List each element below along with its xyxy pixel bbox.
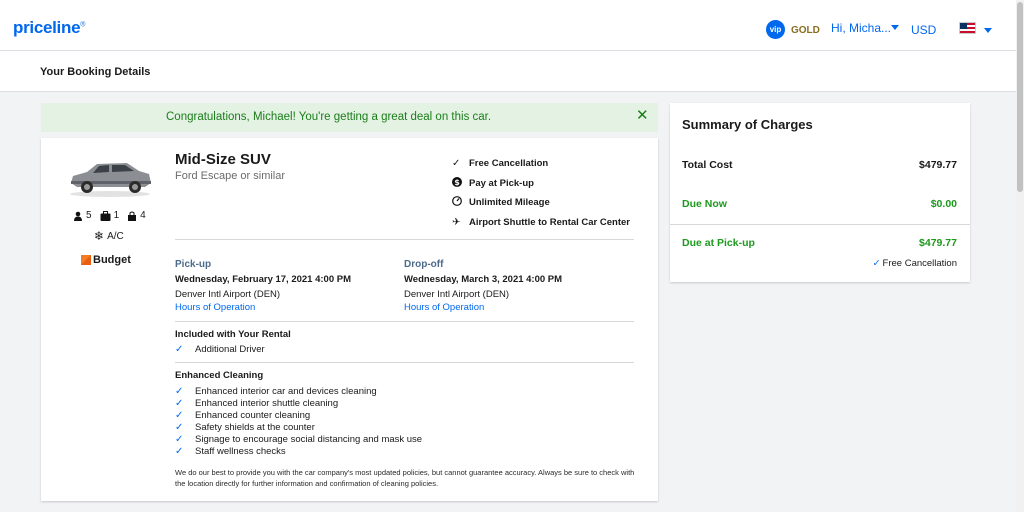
congrats-banner: Congratulations, Michael! You're getting… (41, 103, 658, 132)
small-bag-count: 4 (140, 210, 146, 221)
car-title: Mid-Size SUV (175, 151, 271, 168)
included-list: ✓ Additional Driver (175, 343, 265, 355)
list-item: ✓ Staff wellness checks (175, 445, 422, 457)
check-icon: ✓ (175, 445, 184, 457)
check-icon: ✓ (175, 409, 184, 421)
chevron-down-icon[interactable] (984, 28, 992, 33)
passenger-spec: 5 (73, 210, 92, 221)
check-icon: ✓ (872, 258, 881, 269)
scrollbar-thumb[interactable] (1017, 2, 1023, 192)
check-icon: ✓ (452, 158, 461, 170)
due-pickup-value: $479.77 (919, 237, 957, 249)
summary-card: Summary of Charges Total Cost $479.77 Du… (670, 103, 970, 282)
top-nav: priceline® vip GOLD Hi, Micha... USD (0, 0, 1016, 51)
check-icon: ✓ (175, 421, 184, 433)
vendor-logo: Budget (81, 254, 131, 266)
chevron-down-icon[interactable] (891, 25, 899, 30)
feature-item: ✓ Free Cancellation (452, 154, 630, 174)
cleaning-title: Enhanced Cleaning (175, 370, 264, 381)
vendor-name: Budget (93, 254, 131, 266)
car-specs: 5 1 4 (73, 210, 146, 221)
budget-mark-icon (81, 255, 91, 265)
banner-text: Congratulations, Michael! You're getting… (166, 111, 492, 123)
list-item-label: Additional Driver (195, 343, 265, 355)
summary-title: Summary of Charges (682, 117, 813, 132)
divider (670, 224, 970, 225)
pickup-location: Denver Intl Airport (DEN) (175, 289, 281, 300)
list-item-label: Staff wellness checks (195, 445, 286, 457)
car-subtitle: Ford Escape or similar (175, 170, 286, 182)
list-item: ✓ Enhanced interior shuttle cleaning (175, 397, 422, 409)
priceline-logo[interactable]: priceline® (13, 18, 85, 38)
divider (175, 362, 634, 363)
free-cancellation-note: ✓ Free Cancellation (873, 258, 957, 269)
list-item: ✓ Signage to encourage social distancing … (175, 433, 422, 445)
feature-label: Airport Shuttle to Rental Car Center (469, 216, 630, 228)
list-item-label: Signage to encourage social distancing a… (195, 433, 423, 445)
divider (175, 239, 634, 240)
feature-list: ✓ Free Cancellation $ Pay at Pick-up Unl… (452, 154, 630, 232)
dollar-icon: $ (452, 176, 469, 190)
car-image (70, 163, 151, 197)
person-icon (74, 211, 82, 221)
list-item: ✓ Enhanced interior car and devices clean… (175, 385, 422, 397)
bag-icon (128, 211, 137, 221)
snowflake-icon: ❄ (94, 229, 105, 243)
total-cost-label: Total Cost (682, 159, 733, 171)
ac-spec: ❄ A/C (94, 229, 124, 243)
large-bag-count: 1 (113, 210, 120, 221)
list-item: ✓ Enhanced counter cleaning (175, 409, 422, 421)
suitcase-icon (100, 210, 111, 221)
list-item-label: Enhanced counter cleaning (195, 409, 311, 421)
scrollbar[interactable] (1016, 0, 1024, 512)
vip-badge: vip (766, 20, 785, 39)
check-icon: ✓ (175, 343, 184, 355)
feature-label: Unlimited Mileage (469, 197, 550, 209)
due-now-value: $0.00 (930, 198, 957, 210)
due-now-label: Due Now (682, 198, 727, 210)
subheader: Your Booking Details (0, 51, 1016, 92)
check-icon: ✓ (175, 385, 184, 397)
user-menu[interactable]: Hi, Micha... (831, 21, 891, 35)
airplane-icon: ✈ (452, 216, 461, 228)
dropoff-label: Drop-off (404, 259, 444, 270)
close-icon[interactable]: ✕ (636, 108, 650, 124)
pickup-date: Wednesday, February 17, 2021 4:00 PM (175, 274, 352, 285)
check-icon: ✓ (175, 397, 184, 409)
cleaning-list: ✓ Enhanced interior car and devices clean… (175, 385, 422, 457)
list-item: ✓ Additional Driver (175, 343, 265, 355)
included-title: Included with Your Rental (175, 329, 291, 340)
passenger-count: 5 (86, 210, 92, 221)
pickup-hours-link[interactable]: Hours of Operation (175, 302, 255, 313)
tier-label: GOLD (791, 25, 820, 36)
dropoff-date: Wednesday, March 3, 2021 4:00 PM (404, 274, 563, 285)
feature-label: Pay at Pick-up (469, 177, 534, 189)
feature-item: Unlimited Mileage (452, 193, 630, 213)
us-flag-icon[interactable] (959, 22, 976, 34)
ac-label: A/C (107, 230, 124, 242)
list-item-label: Enhanced interior shuttle cleaning (195, 397, 339, 409)
check-icon: ✓ (175, 433, 184, 445)
list-item-label: Enhanced interior car and devices cleani… (195, 385, 377, 397)
speedometer-icon (452, 196, 469, 209)
list-item: ✓ Safety shields at the counter (175, 421, 422, 433)
page-title: Your Booking Details (40, 66, 151, 78)
dropoff-hours-link[interactable]: Hours of Operation (404, 302, 484, 313)
due-pickup-label: Due at Pick-up (682, 237, 755, 249)
small-bag-spec: 4 (127, 210, 146, 221)
large-bag-spec: 1 (100, 210, 120, 221)
cleaning-disclaimer: We do our best to provide you with the c… (175, 468, 635, 488)
free-cancellation-label: Free Cancellation (882, 258, 957, 269)
list-item-label: Safety shields at the counter (195, 421, 315, 433)
currency-selector[interactable]: USD (911, 23, 936, 37)
total-cost-value: $479.77 (919, 159, 957, 171)
feature-item: ✈ Airport Shuttle to Rental Car Center (452, 213, 630, 233)
pickup-label: Pick-up (175, 259, 212, 270)
svg-text:$: $ (454, 178, 460, 187)
divider (175, 321, 634, 322)
dropoff-location: Denver Intl Airport (DEN) (404, 289, 510, 300)
booking-card: 5 1 4 ❄ A/C Budget Mid-Size SUV Ford Esc… (41, 138, 658, 501)
feature-label: Free Cancellation (469, 158, 549, 170)
feature-item: $ Pay at Pick-up (452, 174, 630, 194)
